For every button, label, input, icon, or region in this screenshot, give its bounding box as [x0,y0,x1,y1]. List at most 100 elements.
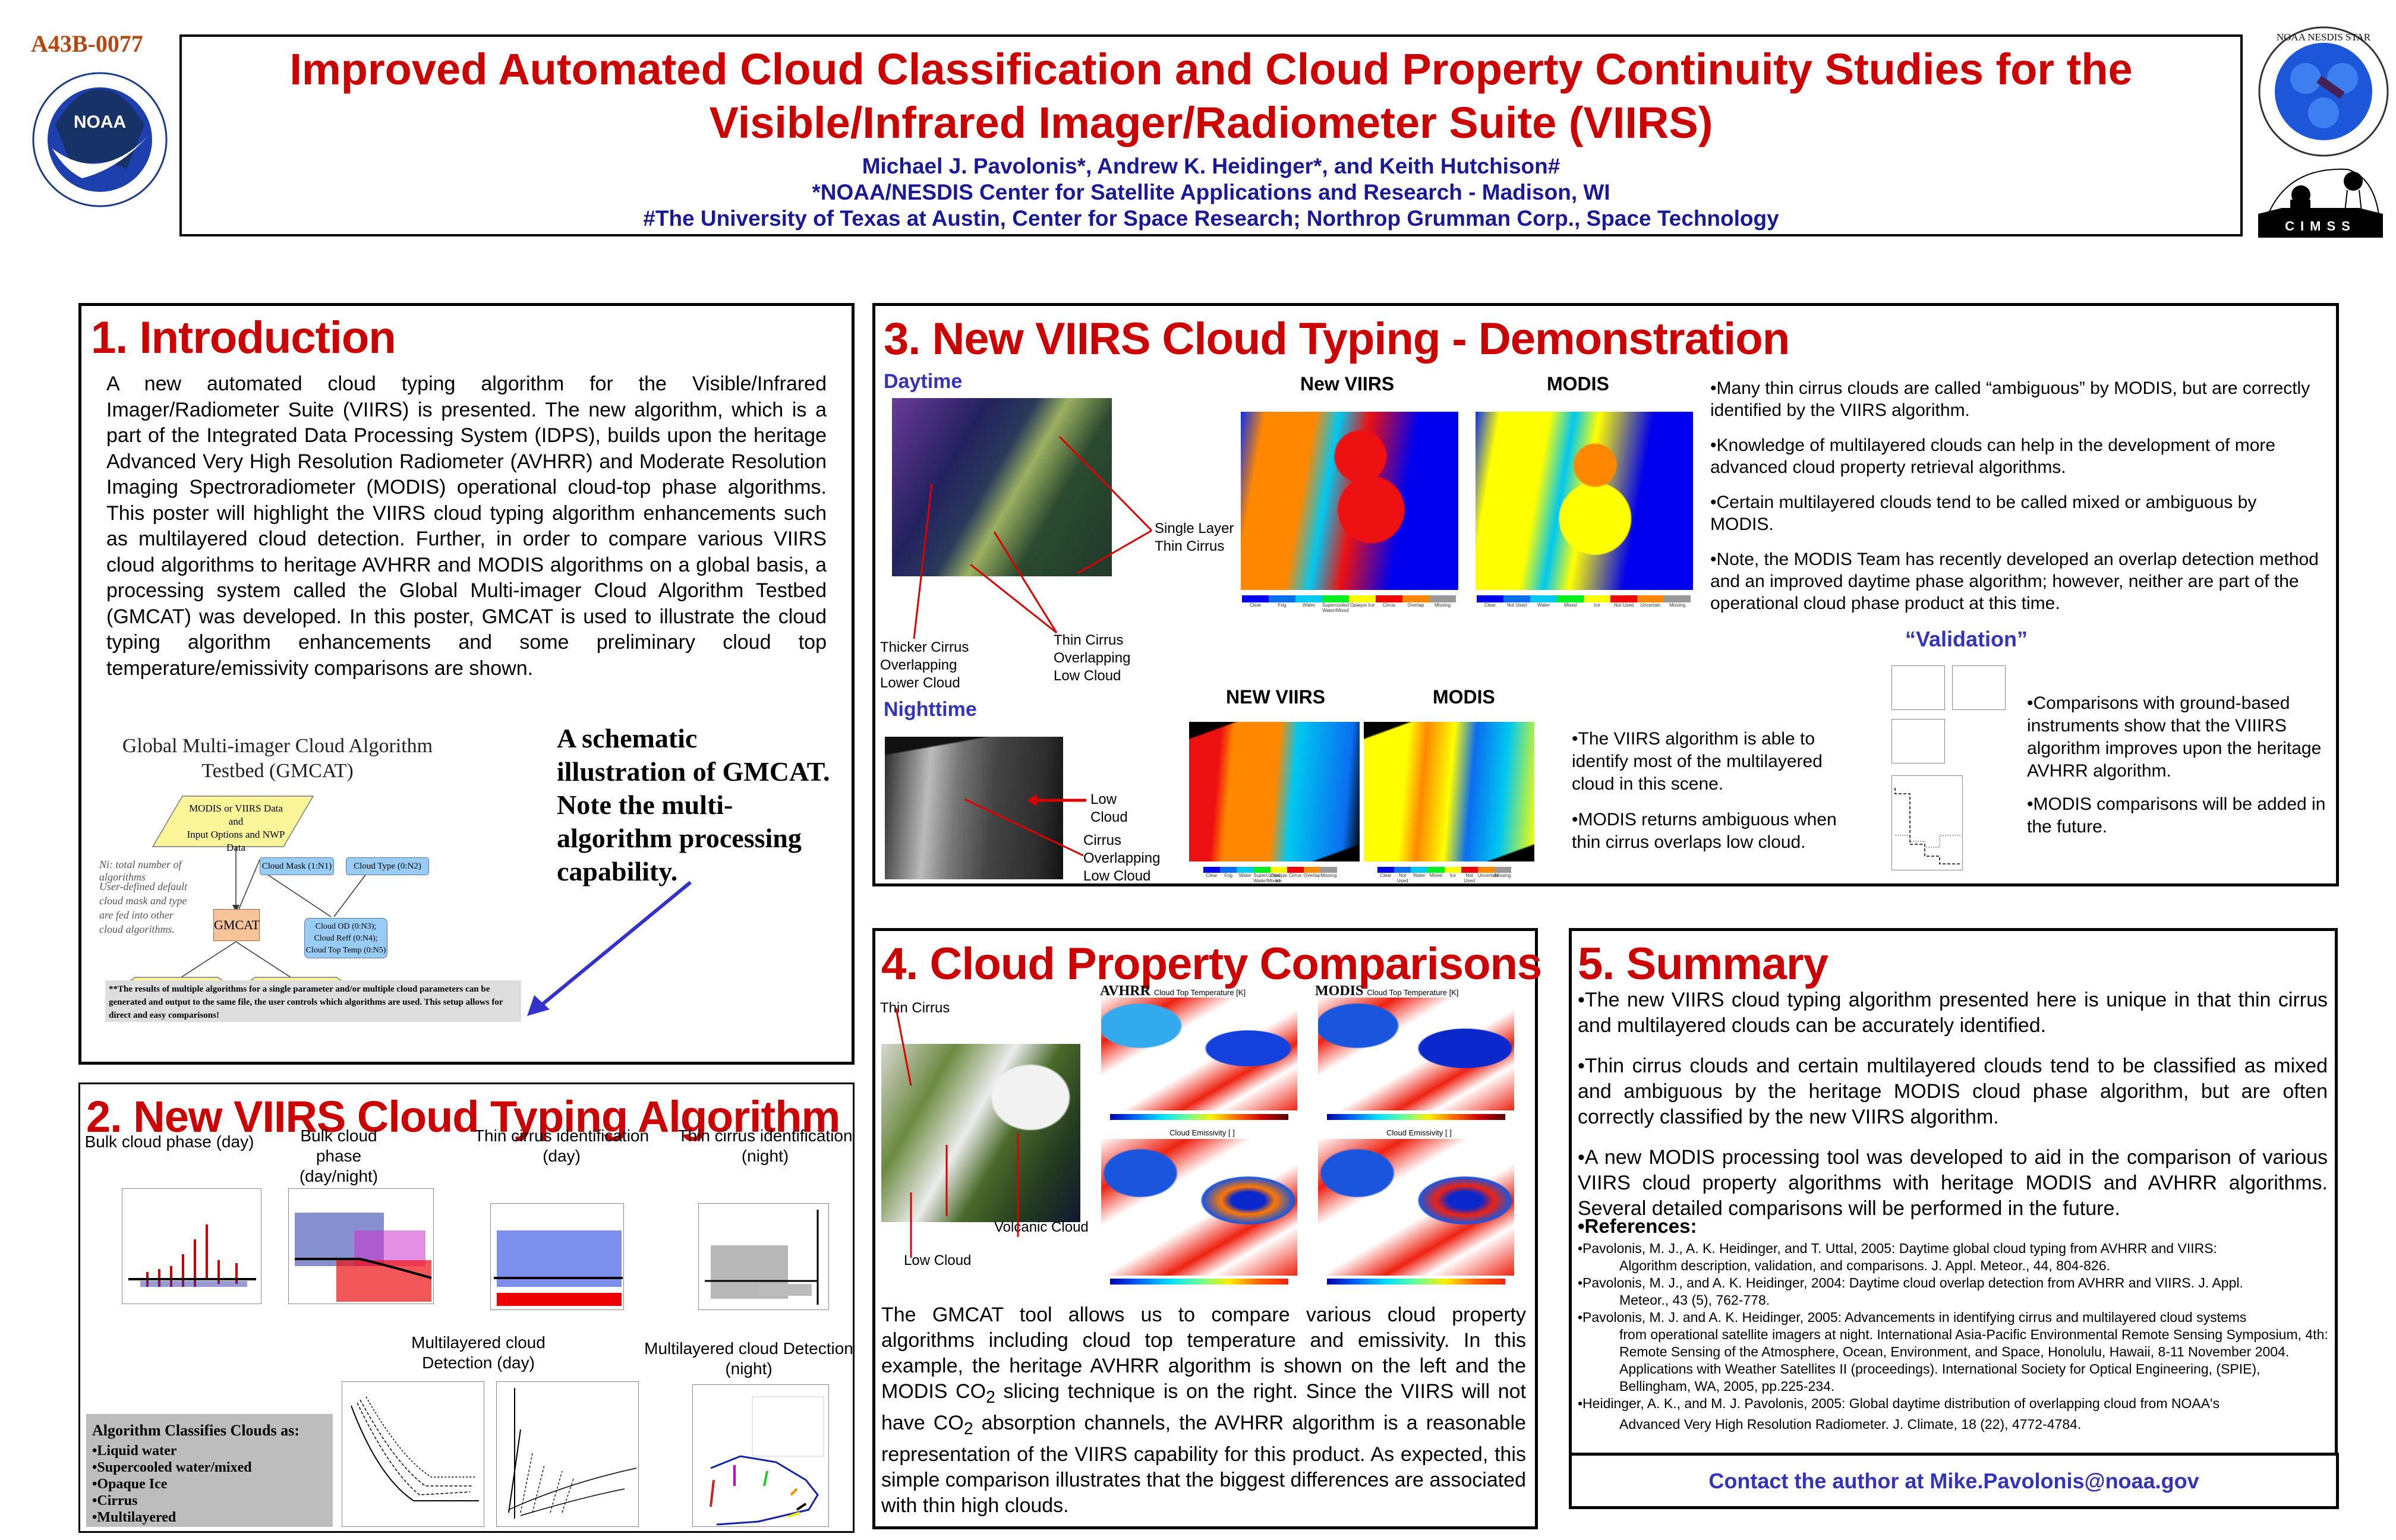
subscript: 2 [963,1419,973,1438]
reference-rest: from operational satellite imagers at ni… [1619,1327,2328,1394]
legend-swatch: Overlap [1402,595,1429,608]
reference-first: •Pavolonis, M. J., A. K. Heidinger, and … [1578,1241,2217,1256]
class-item: •Liquid water [92,1443,177,1459]
emis-title: Cloud Emissivity [ ] [1169,1128,1235,1137]
legend-label: Missing [1669,602,1686,608]
annotation-thicker-cirrus: Thicker Cirrus Overlapping Lower Cloud [880,639,969,691]
legend-label: Clear [1206,873,1218,878]
legend-label: Cirrus [1289,873,1302,878]
line-graphic [351,1396,479,1501]
diagram-input-line2: and [228,816,244,827]
summary-bullet: •Thin cirrus clouds and certain multilay… [1578,1055,2328,1128]
classes-title: Algorithm Classifies Clouds as: [92,1422,300,1439]
legend-label: Clear [1484,602,1496,608]
plot-bulk-phase-daynight [288,1188,434,1304]
legend-label: Cirrus [1382,602,1396,608]
line-graphic [508,1388,637,1519]
legend-label: Ice [1449,873,1456,878]
demo-bullet: •Certain multilayered clouds tend to be … [1710,493,2257,534]
diagram-props-line2: Cloud Reff (0:N4); [314,934,378,943]
legend-label: Overlap [1303,873,1320,878]
day-viirs-cloud-type-image [1241,412,1458,590]
legend-swatch: Uncertain [1637,595,1664,608]
legend-label: Clear [1380,873,1392,878]
reference-first: •Pavolonis, M. J., and A. K. Heidinger, … [1578,1275,2243,1290]
intro-body: A new automated cloud typing algorithm f… [106,373,827,680]
night-modis-label: MODIS [1433,686,1495,708]
volcano-annotation-arrows [895,1008,1019,1258]
annotation-single-layer: Single Layer Thin Cirrus [1155,520,1234,554]
validation-title: “Validation” [1905,627,2028,651]
legend-swatch: Uncertain [1477,867,1498,878]
demo-bullet: •Note, the MODIS Team has recently devel… [1710,550,2319,613]
poster-title-line2: Visible/Infrared Imager/Radiometer Suite… [709,98,1713,147]
panel-caption: Bulk cloud phase (day/night) [299,1126,379,1185]
star-logo-text: NOAA NESDIS STAR [2277,31,2371,43]
legend-label: Missing [1495,873,1511,878]
validation-plot-1 [1891,665,1945,710]
validation-plot-3 [1891,719,1945,763]
legend-swatch: Missing [1494,867,1511,878]
avhrr-label: AVHRR Cloud Top Temperature [K] [1100,983,1246,999]
legend-label: Ice [1594,602,1600,608]
class-item: •Multilayered [92,1510,176,1525]
legend-swatch: Fog [1220,867,1237,878]
day-modis-label: MODIS [1547,373,1609,395]
summary-bullets: •The new VIIRS cloud typing algorithm pr… [1578,987,2328,1222]
validation-bullet: •MODIS comparisons will be added in the … [2027,794,2326,837]
poster-title: Improved Automated Cloud Classification … [182,43,2240,150]
scatter-graphic [494,1230,623,1306]
daytime-label: Daytime [884,370,963,393]
legend-label: Missing [1434,602,1451,608]
body-text: absorption channels, the AVHRR algorithm… [881,1411,1526,1517]
cimss-logo: CIMSS [2258,166,2383,238]
legend-label: Water [1238,873,1251,878]
section-demonstration: 3. New VIIRS Cloud Typing - Demonstratio… [872,303,2339,886]
legend-swatch: Water [1237,867,1254,878]
viirs-day-legend: Clear Fog Water Supercooled Water/Mixed Opaq… [1242,595,1456,613]
section-introduction: 1. Introduction A new automated cloud ty… [78,303,855,1065]
modis-name: MODIS [1315,983,1364,999]
section-title: 3. New VIIRS Cloud Typing - Demonstratio… [884,314,1790,364]
legend-label: Clear [1249,602,1262,608]
legend-swatch: Overlap [1303,867,1320,878]
day-new-viirs-label: New VIIRS [1300,373,1395,395]
demo-bullet: •Knowledge of multilayered clouds can he… [1710,436,2276,477]
modis-night-legend: Clear Not Used Water Mixed Ice Not Used Uncert… [1377,867,1511,883]
histogram-graphic [1894,788,1960,864]
legend-swatch: Opaque Ice [1270,867,1287,883]
legend-swatch: Opaque Ice [1349,595,1376,608]
diagram-props-line3: Cloud Top Temp (0:N5) [305,946,386,955]
reference-first: •Pavolonis, M. J. and A. K. Heidinger, 2… [1578,1309,2247,1325]
modis-day-legend: Clear Not Used Water Mixed Ice Not Used Uncert… [1477,595,1691,608]
legend-swatch: Supercooled Water/Mixed [1253,867,1280,883]
affiliation-1: *NOAA/NESDIS Center for Satellite Applic… [812,180,1610,204]
classes-box: Algorithm Classifies Clouds as: •Liquid … [86,1414,333,1527]
demo-bullet: •Many thin cirrus clouds are called “amb… [1710,378,2310,420]
section-comparisons: 4. Cloud Property Comparisons Thin Cirru… [872,928,1542,1529]
diagram-props-line1: Cloud OD (0:N3); [315,922,377,931]
legend-swatch: Clear [1477,595,1503,608]
viirs-night-legend: Clear Fog Water Supercooled Water/Mixed Opaq… [1203,867,1337,883]
diagram-input-line3: Input Options and NWP Data [187,829,285,853]
noaa-logo: NOAA [29,65,171,214]
contact-link[interactable]: Contact the author at Mike.Pavolonis@noa… [1572,1469,2336,1494]
diagram-default-note: User-defined default cloud mask and type… [99,881,188,935]
legend-label: Mixed [1429,873,1443,878]
legend-label: Fog [1278,602,1287,608]
diagram-cloud-mask: Cloud Mask (1:N1) [260,857,334,875]
legend-swatch: Fog [1269,595,1295,608]
demo-bullet: •The VIIRS algorithm is able to identify… [1572,729,1823,794]
legend-swatch: Cirrus [1287,867,1304,878]
legend-label: Not Used [1613,602,1634,608]
legend-swatch: Missing [1429,595,1456,608]
panel-caption: Multilayered cloud Detection (day) [411,1333,546,1372]
classes-list: •Liquid water •Supercooled water/mixed •… [92,1443,327,1526]
avhrr-ctt-image [1101,998,1297,1110]
panel-caption: Thin cirrus identification (day) [474,1126,650,1165]
legend-label: Supercooled Water/Mixed [1322,602,1349,613]
legend-label: Overlap [1407,602,1424,608]
reference-first: •Heidinger, A. K., and M. J. Pavolonis, … [1578,1396,2220,1411]
legend-swatch: Not Used [1394,867,1411,883]
section-title: 1. Introduction [91,313,396,363]
